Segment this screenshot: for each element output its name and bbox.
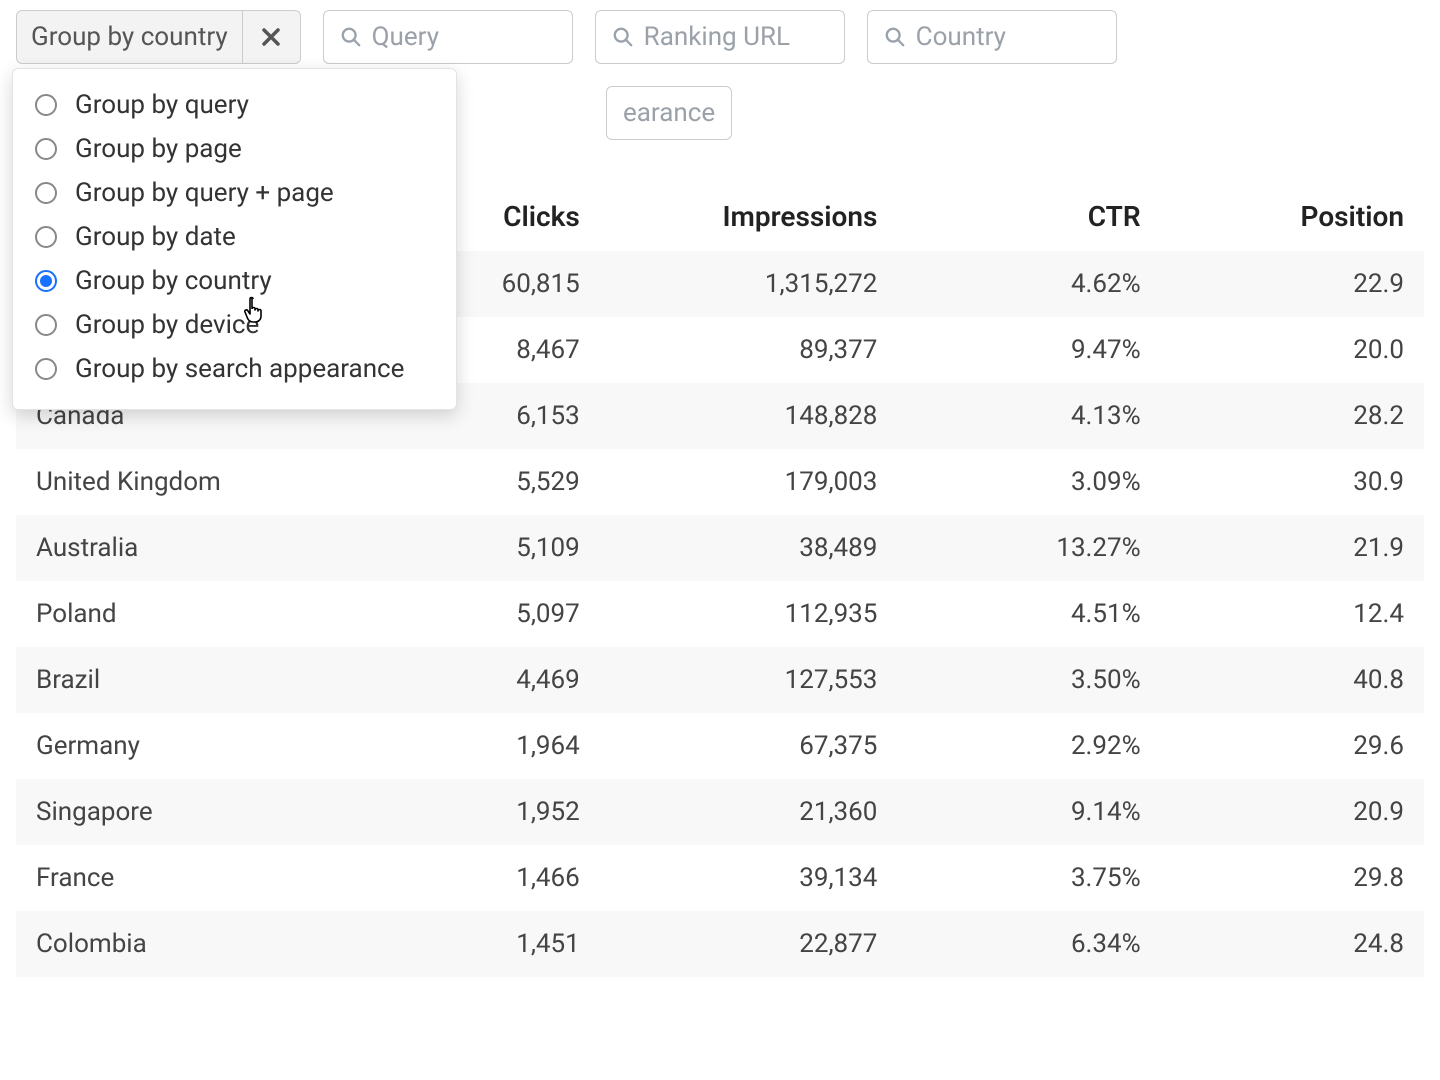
group-by-option-label: Group by date — [75, 222, 236, 252]
cell-ctr: 9.14% — [897, 779, 1160, 845]
column-header-ctr[interactable]: CTR — [897, 186, 1160, 251]
column-header-impressions[interactable]: Impressions — [600, 186, 898, 251]
table-row[interactable]: Singapore1,95221,3609.14%20.9 — [16, 779, 1424, 845]
cell-position: 21.9 — [1161, 515, 1424, 581]
group-by-option-search-appearance[interactable]: Group by search appearance — [31, 347, 438, 391]
cell-country: Australia — [16, 515, 359, 581]
radio-icon — [35, 94, 57, 116]
table-row[interactable]: Poland5,097112,9354.51%12.4 — [16, 581, 1424, 647]
radio-icon — [35, 138, 57, 160]
group-by-option-page[interactable]: Group by page — [31, 127, 438, 171]
group-by-option-device[interactable]: Group by device — [31, 303, 438, 347]
table-row[interactable]: Germany1,96467,3752.92%29.6 — [16, 713, 1424, 779]
group-by-option-label: Group by search appearance — [75, 354, 404, 384]
cell-impressions: 67,375 — [600, 713, 898, 779]
cell-position: 24.8 — [1161, 911, 1424, 977]
group-by-clear-button[interactable] — [242, 11, 300, 63]
cell-ctr: 6.34% — [897, 911, 1160, 977]
close-icon — [261, 27, 281, 47]
cell-position: 22.9 — [1161, 251, 1424, 317]
cell-position: 20.9 — [1161, 779, 1424, 845]
cell-ctr: 13.27% — [897, 515, 1160, 581]
table-row[interactable]: Australia5,10938,48913.27%21.9 — [16, 515, 1424, 581]
table-row[interactable]: Brazil4,469127,5533.50%40.8 — [16, 647, 1424, 713]
cell-position: 29.8 — [1161, 845, 1424, 911]
group-by-option-label: Group by query — [75, 90, 249, 120]
cell-impressions: 22,877 — [600, 911, 898, 977]
cell-position: 28.2 — [1161, 383, 1424, 449]
radio-icon — [35, 314, 57, 336]
group-by-option-label: Group by page — [75, 134, 242, 164]
table-row[interactable]: Colombia1,45122,8776.34%24.8 — [16, 911, 1424, 977]
cell-clicks: 5,109 — [359, 515, 599, 581]
cell-clicks: 1,952 — [359, 779, 599, 845]
cell-ctr: 3.50% — [897, 647, 1160, 713]
cell-ctr: 9.47% — [897, 317, 1160, 383]
group-by-option-country[interactable]: Group by country — [31, 259, 438, 303]
cell-impressions: 38,489 — [600, 515, 898, 581]
cell-position: 20.0 — [1161, 317, 1424, 383]
cell-impressions: 112,935 — [600, 581, 898, 647]
search-icon — [340, 26, 362, 48]
cell-country: United Kingdom — [16, 449, 359, 515]
search-icon — [612, 26, 634, 48]
cell-ctr: 3.75% — [897, 845, 1160, 911]
cell-country: Germany — [16, 713, 359, 779]
column-header-position[interactable]: Position — [1161, 186, 1424, 251]
cell-clicks: 1,964 — [359, 713, 599, 779]
cell-position: 30.9 — [1161, 449, 1424, 515]
cell-impressions: 21,360 — [600, 779, 898, 845]
cell-ctr: 2.92% — [897, 713, 1160, 779]
cell-country: Poland — [16, 581, 359, 647]
query-filter-placeholder: Query — [372, 22, 439, 52]
cell-ctr: 4.62% — [897, 251, 1160, 317]
radio-icon — [35, 226, 57, 248]
group-by-option-label: Group by country — [75, 266, 272, 296]
cell-impressions: 89,377 — [600, 317, 898, 383]
search-icon — [884, 26, 906, 48]
group-by-selector[interactable]: Group by country — [16, 10, 301, 64]
radio-icon — [35, 182, 57, 204]
cell-clicks: 1,466 — [359, 845, 599, 911]
cell-position: 29.6 — [1161, 713, 1424, 779]
cell-ctr: 4.13% — [897, 383, 1160, 449]
group-by-dropdown: Group by query Group by page Group by qu… — [12, 68, 457, 410]
country-filter-placeholder: Country — [916, 22, 1006, 52]
pointer-cursor-icon — [243, 295, 269, 325]
cell-impressions: 179,003 — [600, 449, 898, 515]
cell-impressions: 39,134 — [600, 845, 898, 911]
search-appearance-filter-input[interactable]: earance — [606, 86, 732, 140]
radio-icon — [35, 358, 57, 380]
ranking-url-filter-input[interactable]: Ranking URL — [595, 10, 845, 64]
cell-country: France — [16, 845, 359, 911]
cell-country: Colombia — [16, 911, 359, 977]
country-filter-input[interactable]: Country — [867, 10, 1117, 64]
cell-country: Brazil — [16, 647, 359, 713]
cell-clicks: 1,451 — [359, 911, 599, 977]
ranking-url-filter-placeholder: Ranking URL — [644, 22, 790, 52]
table-row[interactable]: United Kingdom5,529179,0033.09%30.9 — [16, 449, 1424, 515]
group-by-label: Group by country — [17, 11, 242, 63]
cell-position: 12.4 — [1161, 581, 1424, 647]
cell-position: 40.8 — [1161, 647, 1424, 713]
group-by-option-query-page[interactable]: Group by query + page — [31, 171, 438, 215]
cell-impressions: 127,553 — [600, 647, 898, 713]
cell-clicks: 4,469 — [359, 647, 599, 713]
cell-impressions: 148,828 — [600, 383, 898, 449]
group-by-option-label: Group by device — [75, 310, 259, 340]
group-by-option-query[interactable]: Group by query — [31, 83, 438, 127]
cell-clicks: 5,529 — [359, 449, 599, 515]
radio-icon-selected — [35, 270, 57, 292]
cell-ctr: 3.09% — [897, 449, 1160, 515]
cell-impressions: 1,315,272 — [600, 251, 898, 317]
table-row[interactable]: France1,46639,1343.75%29.8 — [16, 845, 1424, 911]
search-appearance-filter-placeholder: earance — [623, 98, 715, 128]
cell-clicks: 5,097 — [359, 581, 599, 647]
cell-ctr: 4.51% — [897, 581, 1160, 647]
cell-country: Singapore — [16, 779, 359, 845]
group-by-option-label: Group by query + page — [75, 178, 334, 208]
group-by-option-date[interactable]: Group by date — [31, 215, 438, 259]
query-filter-input[interactable]: Query — [323, 10, 573, 64]
